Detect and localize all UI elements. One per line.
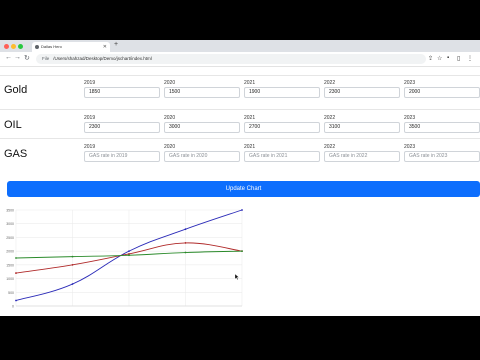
reload-icon[interactable]: ↻ xyxy=(24,54,30,62)
field-gold-0: 2019 1850 xyxy=(84,80,160,98)
url-scheme: File xyxy=(42,56,50,61)
maximize-window-icon[interactable] xyxy=(18,44,23,49)
series-point-2 xyxy=(71,255,74,258)
y-tick-label: 1500 xyxy=(6,263,14,267)
favicon-icon xyxy=(35,45,39,49)
year-label: 2023 xyxy=(404,115,416,121)
browser-tab[interactable]: Dallas Hero ✕ xyxy=(32,42,110,52)
oil-rate-input[interactable]: 3100 xyxy=(324,122,400,133)
year-label: 2021 xyxy=(244,115,256,121)
url-text: /Users/shahzad/Desktop/Demo/jschart/inde… xyxy=(53,56,152,61)
mouse-cursor-icon xyxy=(234,273,240,281)
oil-rate-input[interactable]: 3500 xyxy=(404,122,480,133)
field-gold-2: 2021 1900 xyxy=(244,80,320,98)
year-label: 2021 xyxy=(244,144,256,150)
field-gas-4: 2023 GAS rate in 2023 xyxy=(404,144,480,162)
y-tick-label: 3000 xyxy=(6,222,14,226)
year-label: 2022 xyxy=(324,80,336,86)
y-tick-label: 0 xyxy=(12,305,14,309)
gold-rate-input[interactable]: 2000 xyxy=(404,87,480,98)
field-gas-1: 2020 GAS rate in 2020 xyxy=(164,144,240,162)
gas-rate-input[interactable]: GAS rate in 2020 xyxy=(164,151,240,162)
year-label: 2019 xyxy=(84,144,96,150)
new-tab-icon[interactable]: + xyxy=(114,41,118,48)
gold-rate-input[interactable]: 1900 xyxy=(244,87,320,98)
tab-title: Dallas Hero xyxy=(41,44,62,49)
series-point-0 xyxy=(184,228,187,231)
oil-rate-input[interactable]: 2300 xyxy=(84,122,160,133)
field-oil-4: 2023 3500 xyxy=(404,115,480,133)
year-label: 2023 xyxy=(404,144,416,150)
bookmark-icon[interactable]: ☆ xyxy=(437,55,442,62)
oil-rate-input[interactable]: 3000 xyxy=(164,122,240,133)
series-point-2 xyxy=(128,254,130,257)
y-tick-label: 1000 xyxy=(6,277,14,281)
series-point-2 xyxy=(15,257,17,259)
year-label: 2022 xyxy=(324,115,336,121)
field-gas-0: 2019 GAS rate in 2019 xyxy=(84,144,160,162)
browser-window: Dallas Hero ✕ + ← → ↻ File/Users/shahzad… xyxy=(0,40,480,316)
series-point-0 xyxy=(241,209,243,211)
year-label: 2020 xyxy=(164,80,176,86)
address-bar[interactable]: File/Users/shahzad/Desktop/Demo/jschart/… xyxy=(36,54,426,64)
row-divider xyxy=(0,75,480,76)
year-label: 2023 xyxy=(404,80,416,86)
y-tick-label: 3500 xyxy=(6,209,14,213)
series-point-1 xyxy=(71,263,74,266)
gold-rate-input[interactable]: 1500 xyxy=(164,87,240,98)
year-label: 2019 xyxy=(84,80,96,86)
gas-rate-input[interactable]: GAS rate in 2023 xyxy=(404,151,480,162)
oil-rate-input[interactable]: 2700 xyxy=(244,122,320,133)
field-oil-1: 2020 3000 xyxy=(164,115,240,133)
field-gold-4: 2023 2000 xyxy=(404,80,480,98)
field-gas-3: 2022 GAS rate in 2022 xyxy=(324,144,400,162)
gold-rate-input[interactable]: 1850 xyxy=(84,87,160,98)
field-oil-2: 2021 2700 xyxy=(244,115,320,133)
series-point-0 xyxy=(15,299,17,302)
gas-rate-input[interactable]: GAS rate in 2019 xyxy=(84,151,160,162)
year-label: 2020 xyxy=(164,115,176,121)
y-tick-label: 500 xyxy=(8,291,14,295)
year-label: 2021 xyxy=(244,80,256,86)
field-gas-2: 2021 GAS rate in 2021 xyxy=(244,144,320,162)
series-point-0 xyxy=(71,283,74,285)
field-oil-0: 2019 2300 xyxy=(84,115,160,133)
browser-toolbar: ← → ↻ File/Users/shahzad/Desktop/Demo/js… xyxy=(0,52,480,67)
field-oil-3: 2022 3100 xyxy=(324,115,400,133)
year-label: 2020 xyxy=(164,144,176,150)
extensions-icon[interactable]: ▪ xyxy=(447,55,449,61)
year-label: 2019 xyxy=(84,115,96,121)
row-label-oil: OIL xyxy=(4,119,22,131)
forward-icon[interactable]: → xyxy=(14,54,21,61)
share-icon[interactable]: ⇪ xyxy=(428,55,433,62)
row-divider xyxy=(0,109,480,110)
gold-rate-input[interactable]: 2300 xyxy=(324,87,400,98)
rates-line-chart: 0 500 1000 1500 2000 2500 3000 3500 xyxy=(6,209,243,309)
series-point-1 xyxy=(184,242,187,244)
update-chart-button[interactable]: Update Chart xyxy=(7,181,480,197)
row-label-gas: GAS xyxy=(4,148,28,160)
tab-bar: Dallas Hero ✕ + xyxy=(0,40,480,52)
row-divider xyxy=(0,138,480,139)
field-gold-3: 2022 2300 xyxy=(324,80,400,98)
series-point-2 xyxy=(184,251,187,254)
year-label: 2022 xyxy=(324,144,336,150)
series-point-2 xyxy=(241,250,243,253)
row-label-gold: Gold xyxy=(4,84,28,96)
menu-icon[interactable]: ⋮ xyxy=(467,55,473,62)
series-point-1 xyxy=(15,272,17,274)
series-point-0 xyxy=(128,250,130,253)
back-icon[interactable]: ← xyxy=(5,54,12,61)
minimize-window-icon[interactable] xyxy=(11,44,16,49)
gas-rate-input[interactable]: GAS rate in 2022 xyxy=(324,151,400,162)
sidebar-icon[interactable]: ▯ xyxy=(457,55,460,62)
close-window-icon[interactable] xyxy=(4,44,9,49)
field-gold-1: 2020 1500 xyxy=(164,80,240,98)
tab-close-icon[interactable]: ✕ xyxy=(103,42,107,52)
gas-rate-input[interactable]: GAS rate in 2021 xyxy=(244,151,320,162)
y-tick-label: 2000 xyxy=(6,250,14,254)
y-tick-label: 2500 xyxy=(6,236,14,240)
